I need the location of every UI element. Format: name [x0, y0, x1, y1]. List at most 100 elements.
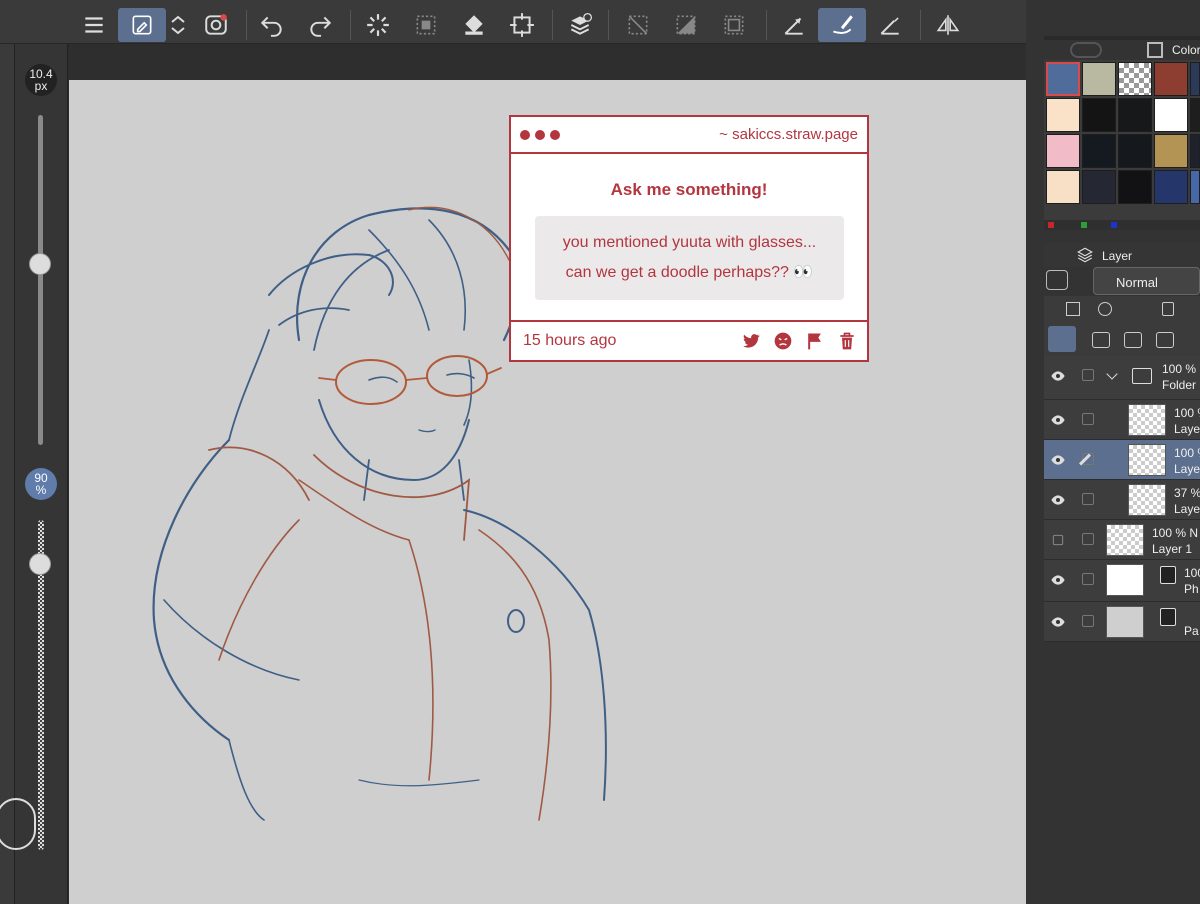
- loading-icon[interactable]: [354, 8, 402, 42]
- layer-row[interactable]: Pa: [1044, 602, 1200, 642]
- layer-lock-checkbox[interactable]: [1082, 369, 1094, 381]
- redo-icon[interactable]: [296, 8, 344, 42]
- card-timestamp: 15 hours ago: [523, 332, 617, 349]
- eye-icon[interactable]: [1050, 614, 1066, 630]
- color-swatch[interactable]: [1118, 62, 1152, 96]
- app-window: 10.4 px 90 % ~ sakiccs.straw.page Ask me…: [0, 0, 1200, 904]
- color-swatch[interactable]: [1082, 98, 1116, 132]
- card-url[interactable]: ~ sakiccs.straw.page: [719, 126, 858, 143]
- layer-row[interactable]: 100 % Layer: [1044, 440, 1200, 480]
- layer-row[interactable]: 100 Ph: [1044, 560, 1200, 602]
- layer-property-icon[interactable]: [1048, 326, 1076, 352]
- color-set-tab-icon[interactable]: [1147, 42, 1163, 58]
- layer-lock-checkbox[interactable]: [1082, 493, 1094, 505]
- layer-lock-checkbox[interactable]: [1082, 413, 1094, 425]
- add-material-icon[interactable]: [556, 8, 604, 42]
- fill-icon[interactable]: [450, 8, 498, 42]
- color-swatch[interactable]: [1046, 134, 1080, 168]
- eye-icon[interactable]: [1050, 368, 1066, 384]
- opacity-slider-knob[interactable]: [29, 553, 51, 575]
- angry-emoji-icon[interactable]: [773, 331, 793, 351]
- layer-mask-icon[interactable]: [1046, 270, 1068, 290]
- eye-icon[interactable]: [1050, 492, 1066, 508]
- color-swatch[interactable]: [1118, 134, 1152, 168]
- layer-lock-checkbox[interactable]: [1082, 533, 1094, 545]
- chevron-down-icon[interactable]: [1106, 368, 1118, 380]
- transform-icon[interactable]: [498, 8, 546, 42]
- color-swatch[interactable]: [1046, 62, 1080, 96]
- new-vector-layer-icon[interactable]: [1124, 332, 1142, 348]
- red-indicator: [1048, 222, 1054, 228]
- layer-opacity: 37 %: [1174, 486, 1200, 500]
- blend-mode-select[interactable]: Normal: [1093, 267, 1200, 295]
- layer-name: Folder: [1162, 378, 1197, 392]
- color-swatch[interactable]: [1190, 170, 1200, 204]
- eye-icon[interactable]: [1050, 572, 1066, 588]
- undo-icon[interactable]: [248, 8, 296, 42]
- layer-row[interactable]: 100 % Folder: [1044, 356, 1200, 400]
- color-swatch[interactable]: [1046, 170, 1080, 204]
- canvas-rotate-icon[interactable]: [0, 798, 36, 850]
- paper-layer-icon: [1160, 608, 1176, 626]
- brush-size-slider[interactable]: [38, 115, 43, 445]
- color-swatch[interactable]: [1154, 62, 1188, 96]
- twitter-icon[interactable]: [741, 331, 761, 351]
- color-swatch[interactable]: [1190, 98, 1200, 132]
- hidden-eye-icon[interactable]: [1050, 532, 1066, 548]
- lock-icon[interactable]: [1162, 302, 1174, 316]
- color-tab-label[interactable]: Color: [1172, 43, 1200, 57]
- layer-row[interactable]: 100 % Layer: [1044, 400, 1200, 440]
- toggle-arrows-icon[interactable]: [166, 8, 190, 42]
- brush-active-icon[interactable]: [818, 8, 866, 42]
- layer-row[interactable]: 37 % Layer: [1044, 480, 1200, 520]
- eye-icon[interactable]: [1050, 452, 1066, 468]
- layer-thumbnail: [1128, 404, 1166, 436]
- new-raster-layer-icon[interactable]: [1092, 332, 1110, 348]
- color-swatch[interactable]: [1046, 98, 1080, 132]
- layer-row[interactable]: 100 % N Layer 1: [1044, 520, 1200, 560]
- eye-icon[interactable]: [1050, 412, 1066, 428]
- layer-lock-checkbox[interactable]: [1082, 573, 1094, 585]
- select-area-icon[interactable]: [402, 8, 450, 42]
- ruler-angle-icon[interactable]: [866, 8, 914, 42]
- card-header: ~ sakiccs.straw.page: [511, 117, 867, 154]
- color-swatch[interactable]: [1082, 134, 1116, 168]
- color-swatch[interactable]: [1082, 170, 1116, 204]
- left-edge-panel: [0, 0, 15, 904]
- window-dot: [535, 129, 545, 140]
- clear-selection-icon[interactable]: [614, 8, 662, 42]
- color-swatch[interactable]: [1190, 134, 1200, 168]
- layer-name: Layer: [1174, 462, 1200, 476]
- layer-tab-label[interactable]: Layer: [1102, 249, 1132, 263]
- layer-name: Layer: [1174, 422, 1200, 436]
- color-swatch[interactable]: [1154, 170, 1188, 204]
- selection-border-icon[interactable]: [710, 8, 758, 42]
- color-swatch[interactable]: [1154, 134, 1188, 168]
- window-dot: [550, 129, 560, 140]
- clip-layer-icon[interactable]: [1066, 302, 1080, 316]
- eyedropper-settings-icon[interactable]: [118, 8, 166, 42]
- layer-opacity: 100: [1184, 566, 1200, 580]
- flip-horizontal-icon[interactable]: [924, 8, 972, 42]
- quick-access-icon[interactable]: [192, 8, 240, 42]
- layer-thumbnail: [1128, 444, 1166, 476]
- folder-icon: [1132, 368, 1152, 384]
- ruler-icon[interactable]: [770, 8, 818, 42]
- invert-selection-icon[interactable]: [662, 8, 710, 42]
- brush-size-unit: px: [34, 79, 48, 93]
- flag-icon[interactable]: [805, 331, 825, 351]
- color-swatch[interactable]: [1082, 62, 1116, 96]
- trash-icon[interactable]: [837, 331, 857, 351]
- layer-lock-checkbox[interactable]: [1082, 615, 1094, 627]
- color-swatch[interactable]: [1118, 98, 1152, 132]
- reference-layer-icon[interactable]: [1098, 302, 1112, 316]
- color-swatch[interactable]: [1154, 98, 1188, 132]
- new-folder-icon[interactable]: [1156, 332, 1174, 348]
- menu-icon[interactable]: [70, 8, 118, 42]
- color-swatch[interactable]: [1190, 62, 1200, 96]
- color-swatch[interactable]: [1118, 170, 1152, 204]
- brush-size-slider-knob[interactable]: [29, 252, 51, 275]
- layer-panel-header: Layer: [1044, 243, 1200, 267]
- card-footer: 15 hours ago: [511, 320, 867, 360]
- color-wheel-tab-icon[interactable]: [1070, 42, 1102, 58]
